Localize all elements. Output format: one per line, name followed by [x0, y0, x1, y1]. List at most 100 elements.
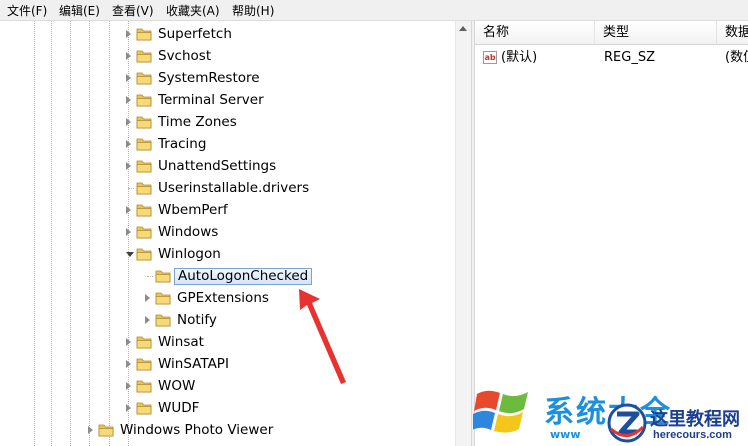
folder-icon: [136, 224, 152, 239]
folder-icon: [136, 246, 152, 261]
tree-node-label[interactable]: WinSATAPI: [155, 356, 232, 373]
tree-node[interactable]: Tracing: [0, 133, 471, 155]
folder-icon: [98, 422, 114, 437]
tree-node[interactable]: Terminal Server: [0, 89, 471, 111]
folder-icon: [136, 202, 152, 217]
tree-node-label[interactable]: UnattendSettings: [155, 158, 279, 175]
folder-icon: [136, 180, 152, 195]
collapsed-arrow-icon[interactable]: [145, 294, 150, 302]
column-header-name[interactable]: 名称: [475, 21, 595, 45]
tree-node-label[interactable]: Terminal Server: [155, 92, 267, 109]
column-header-data[interactable]: 数据: [717, 21, 748, 45]
values-header: 名称 类型 数据: [475, 21, 748, 45]
folder-icon: [155, 312, 171, 327]
folder-icon: [136, 48, 152, 63]
column-header-type[interactable]: 类型: [595, 21, 717, 45]
tree-node-label[interactable]: Time Zones: [155, 114, 240, 131]
tree-node-label[interactable]: SystemRestore: [155, 70, 263, 87]
tree-node-label[interactable]: WOW: [155, 378, 198, 395]
menu-help[interactable]: 帮助(H): [232, 3, 274, 19]
tree-branch-line: [147, 276, 153, 277]
tree-node[interactable]: Winlogon: [0, 243, 471, 265]
menu-view[interactable]: 查看(V): [112, 3, 154, 19]
collapsed-arrow-icon[interactable]: [126, 382, 131, 390]
tree-node-label[interactable]: Userinstallable.drivers: [155, 180, 312, 197]
menu-bar: 文件(F) 编辑(E) 查看(V) 收藏夹(A) 帮助(H): [0, 0, 748, 21]
tree-node[interactable]: Time Zones: [0, 111, 471, 133]
folder-icon: [136, 334, 152, 349]
value-row[interactable]: ab (默认) REG_SZ (数值: [475, 47, 748, 69]
folder-icon: [155, 290, 171, 305]
watermark-site-domain: herecours.com: [653, 429, 732, 441]
collapsed-arrow-icon[interactable]: [126, 96, 131, 104]
collapsed-arrow-icon[interactable]: [126, 360, 131, 368]
collapsed-arrow-icon[interactable]: [145, 316, 150, 324]
collapsed-arrow-icon[interactable]: [88, 426, 93, 434]
collapsed-arrow-icon[interactable]: [126, 206, 131, 214]
tree-node-label[interactable]: Windows Photo Viewer: [117, 422, 276, 439]
tree-node-label[interactable]: WbemPerf: [155, 202, 231, 219]
tree-node-label[interactable]: WUDF: [155, 400, 202, 417]
folder-icon: [155, 268, 171, 283]
value-type: REG_SZ: [604, 50, 655, 65]
watermark-url: www: [550, 428, 581, 441]
value-data: (数值: [725, 50, 748, 65]
tree-scrollbar[interactable]: [455, 21, 471, 446]
tree-node-label[interactable]: GPExtensions: [174, 290, 272, 307]
tree-node[interactable]: WbemPerf: [0, 199, 471, 221]
collapsed-arrow-icon[interactable]: [126, 140, 131, 148]
tree-node-label[interactable]: Winsat: [155, 334, 207, 351]
windows-logo-icon: [473, 390, 528, 433]
tree-node[interactable]: Superfetch: [0, 23, 471, 45]
collapsed-arrow-icon[interactable]: [126, 338, 131, 346]
tree-node[interactable]: Windows Photo Viewer: [0, 419, 471, 441]
tree-node-label[interactable]: Windows: [155, 224, 221, 241]
folder-icon: [136, 378, 152, 393]
tree-node-label[interactable]: Svchost: [155, 48, 214, 65]
tree-node[interactable]: UnattendSettings: [0, 155, 471, 177]
collapsed-arrow-icon[interactable]: [126, 118, 131, 126]
folder-icon: [136, 114, 152, 129]
value-name: (默认): [501, 50, 538, 65]
tree-node-label[interactable]: Tracing: [155, 136, 209, 153]
tree-node-label[interactable]: Notify: [174, 312, 220, 329]
tree-node[interactable]: Userinstallable.drivers: [0, 177, 471, 199]
folder-icon: [136, 136, 152, 151]
tree-node[interactable]: WUDF: [0, 397, 471, 419]
folder-icon: [136, 158, 152, 173]
tree-node[interactable]: Svchost: [0, 45, 471, 67]
tree-node[interactable]: GPExtensions: [0, 287, 471, 309]
collapsed-arrow-icon[interactable]: [126, 404, 131, 412]
tree-branch-line: [128, 188, 134, 189]
tree-node[interactable]: AutoLogonChecked: [0, 265, 471, 287]
folder-icon: [136, 356, 152, 371]
collapsed-arrow-icon[interactable]: [126, 162, 131, 170]
tree-node[interactable]: Winsat: [0, 331, 471, 353]
collapsed-arrow-icon[interactable]: [126, 30, 131, 38]
tree-node[interactable]: Windows: [0, 221, 471, 243]
tree-node[interactable]: WOW: [0, 375, 471, 397]
menu-file[interactable]: 文件(F): [7, 3, 47, 19]
watermark: 系统大全 www 这里教程网 herecours.com: [470, 383, 748, 446]
collapsed-arrow-icon[interactable]: [126, 74, 131, 82]
tree-node-label[interactable]: Superfetch: [155, 26, 235, 43]
menu-favorites[interactable]: 收藏夹(A): [166, 3, 220, 19]
tree-node-label[interactable]: Winlogon: [155, 246, 224, 263]
site-logo-icon: [607, 403, 647, 443]
expanded-arrow-icon[interactable]: [126, 252, 134, 257]
folder-icon: [136, 400, 152, 415]
collapsed-arrow-icon[interactable]: [126, 228, 131, 236]
tree-node-label[interactable]: AutoLogonChecked: [174, 268, 313, 285]
string-value-icon: ab: [483, 51, 497, 64]
folder-icon: [136, 26, 152, 41]
menu-edit[interactable]: 编辑(E): [59, 3, 100, 19]
watermark-site-name: 这里教程网: [650, 409, 740, 430]
collapsed-arrow-icon[interactable]: [126, 52, 131, 60]
tree-node[interactable]: Notify: [0, 309, 471, 331]
folder-icon: [136, 92, 152, 107]
registry-key-tree[interactable]: Superfetch Svchost SystemRestore Terminal S…: [0, 21, 471, 446]
tree-node[interactable]: SystemRestore: [0, 67, 471, 89]
scroll-up-icon[interactable]: [459, 26, 467, 31]
folder-icon: [136, 70, 152, 85]
tree-node[interactable]: WinSATAPI: [0, 353, 471, 375]
